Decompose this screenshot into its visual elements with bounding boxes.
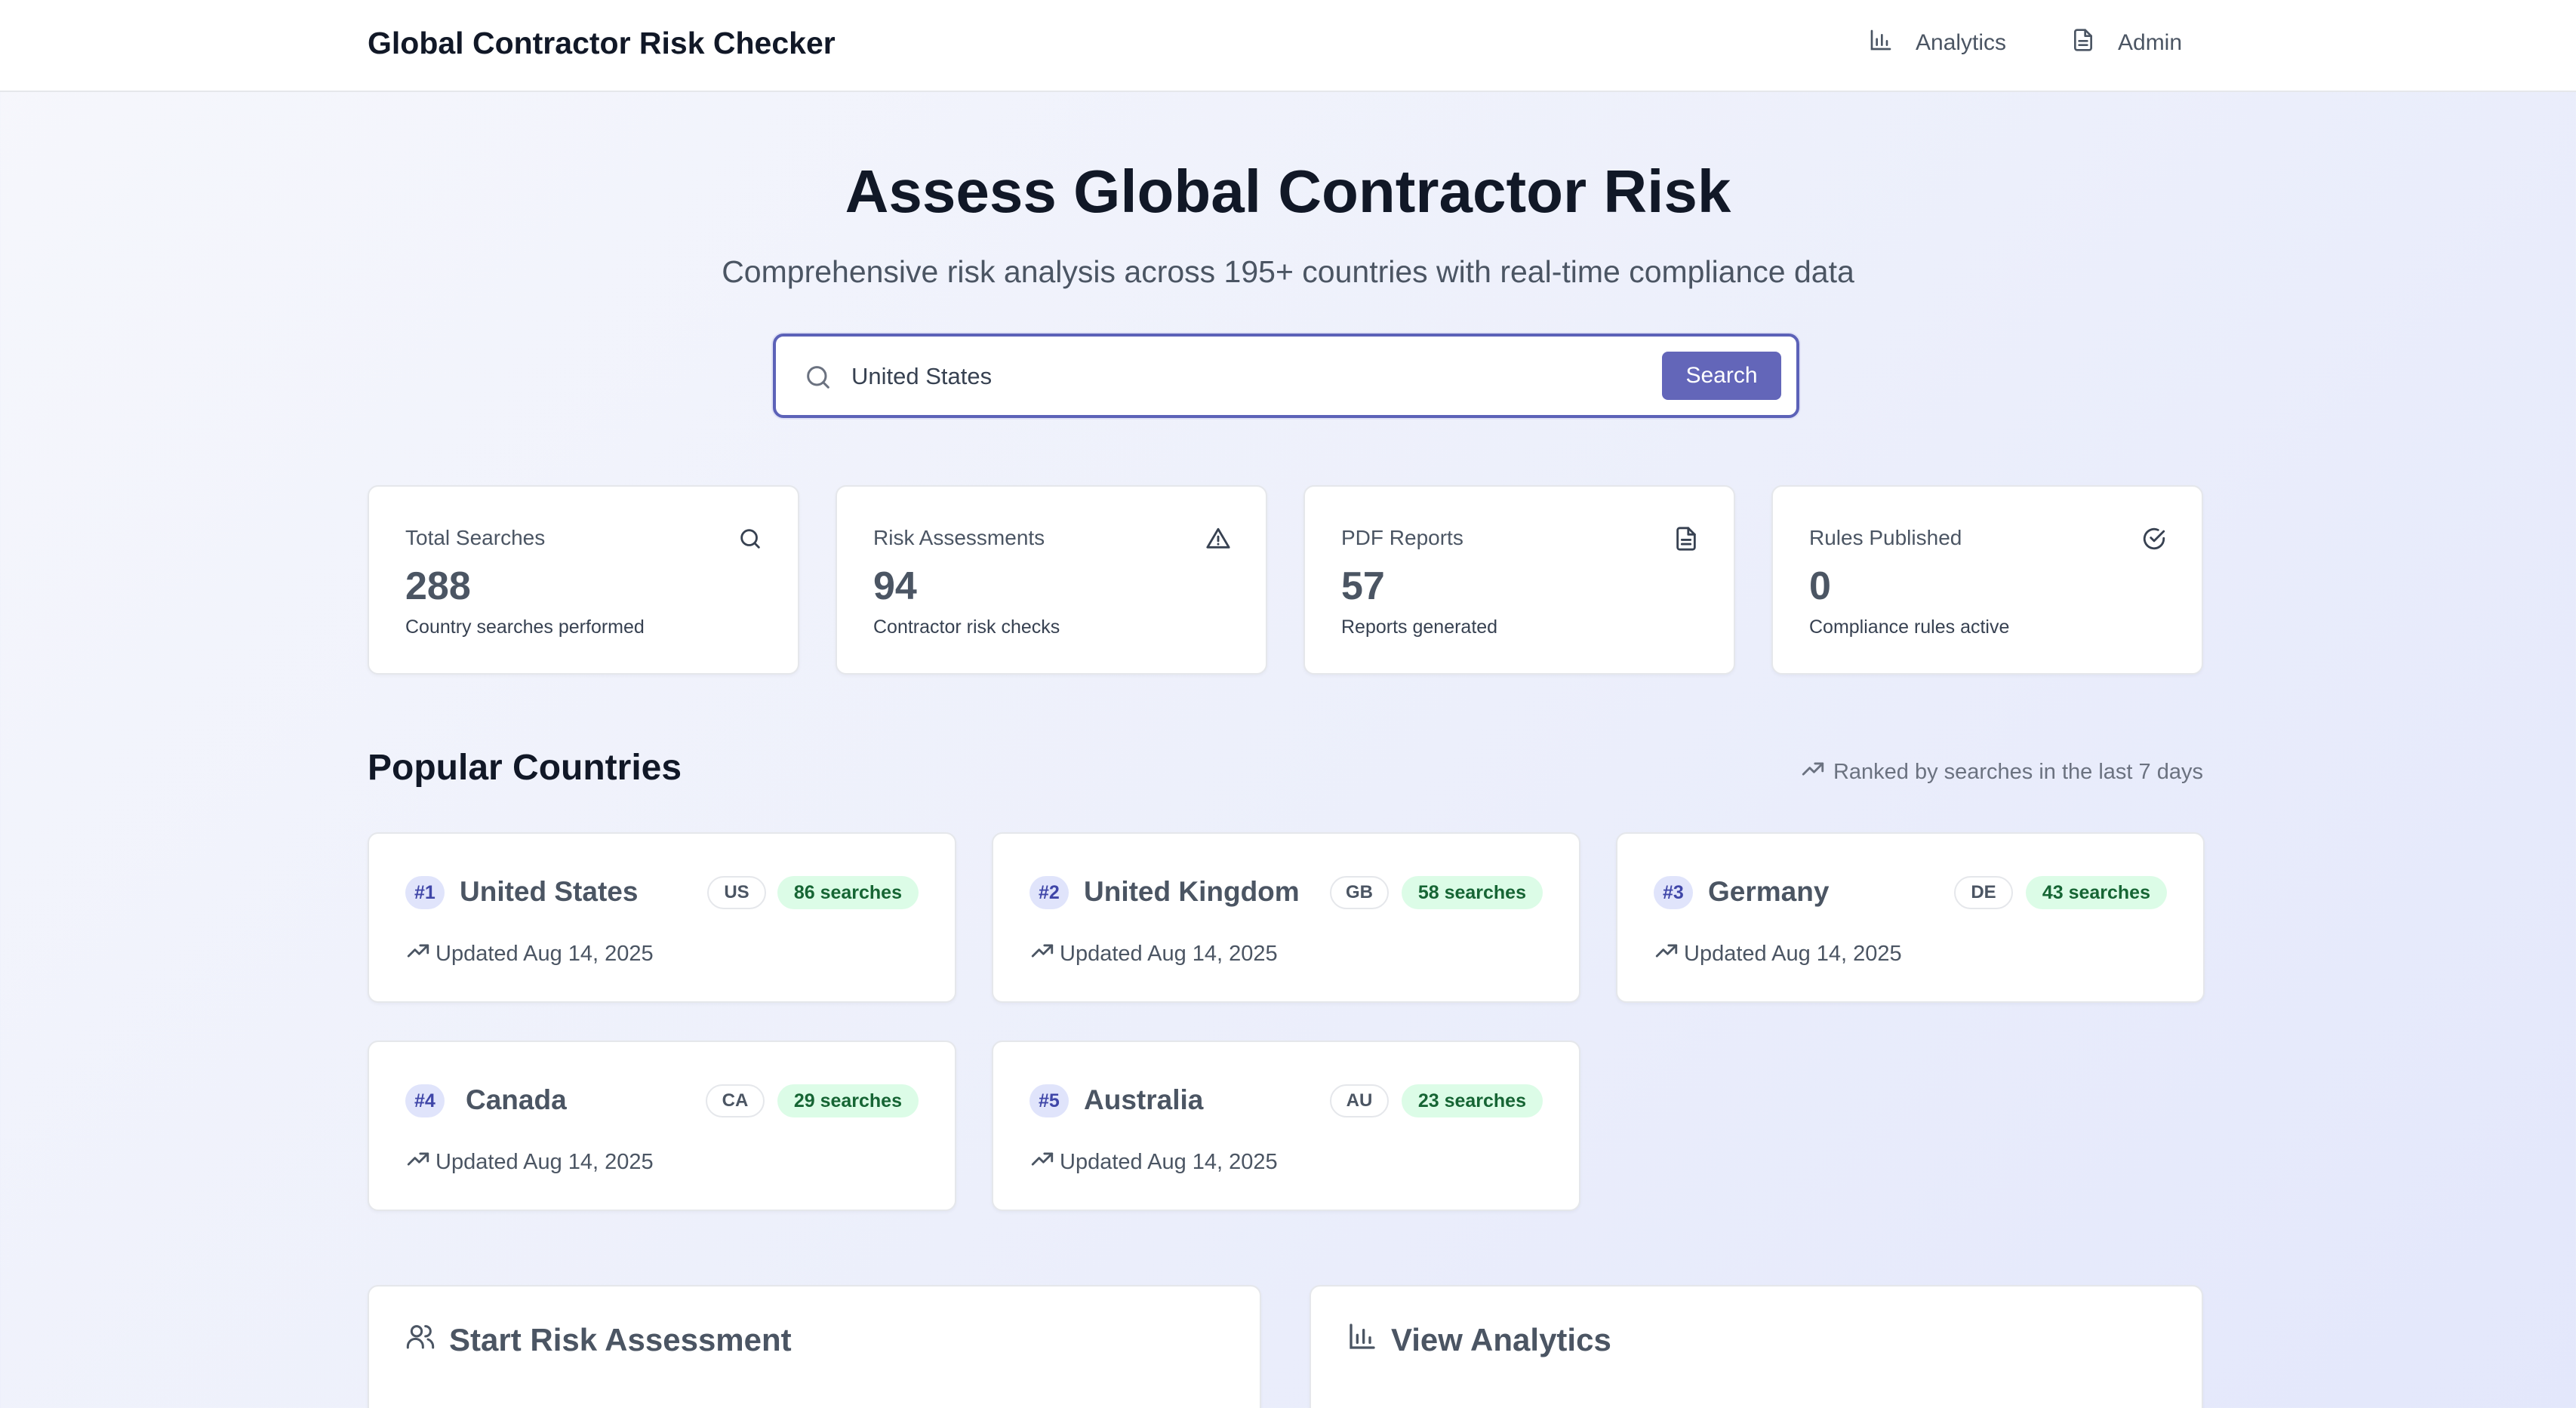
rank-badge: #5 bbox=[1029, 1084, 1069, 1117]
stat-label: PDF Reports bbox=[1341, 526, 1463, 549]
nav-admin-label: Admin bbox=[2118, 30, 2183, 55]
updated-date-text: Updated Aug 14, 2025 bbox=[1060, 1149, 1278, 1174]
search-count-badge: 23 searches bbox=[1401, 1084, 1543, 1117]
nav-analytics[interactable]: Analytics bbox=[1869, 23, 2006, 63]
stat-value: 0 bbox=[1809, 564, 1831, 608]
rank-badge: #1 bbox=[405, 876, 445, 909]
search-button[interactable]: Search bbox=[1662, 352, 1781, 400]
search-icon bbox=[803, 362, 833, 392]
stat-label: Rules Published bbox=[1809, 526, 1962, 549]
country-card-au[interactable]: #5 Australia AU 23 searches Updated Aug … bbox=[992, 1041, 1580, 1211]
search-count-badge: 86 searches bbox=[777, 876, 919, 909]
trending-up-icon bbox=[1029, 1146, 1055, 1178]
stat-label: Total Searches bbox=[405, 526, 546, 549]
country-name: Australia bbox=[1084, 1084, 1204, 1115]
document-icon bbox=[1673, 526, 1699, 552]
popular-countries-title: Popular Countries bbox=[368, 748, 682, 788]
document-icon bbox=[2071, 28, 2095, 58]
view-analytics-card[interactable]: View Analytics bbox=[1310, 1285, 2203, 1408]
stat-value: 94 bbox=[873, 564, 917, 608]
country-search-input[interactable] bbox=[851, 353, 1651, 400]
trending-up-icon bbox=[1654, 938, 1679, 970]
stat-card-risk-assessments: Risk Assessments 94 Contractor risk chec… bbox=[836, 485, 1267, 675]
search-count-badge: 29 searches bbox=[777, 1084, 919, 1117]
nav-analytics-label: Analytics bbox=[1916, 30, 2007, 55]
popular-countries-meta: Ranked by searches in the last 7 days bbox=[1800, 756, 2203, 788]
trending-up-icon bbox=[405, 1146, 431, 1178]
trending-up-icon bbox=[1029, 938, 1055, 970]
country-name: United Kingdom bbox=[1084, 876, 1300, 907]
updated-date-text: Updated Aug 14, 2025 bbox=[435, 941, 654, 966]
hero-title: Assess Global Contractor Risk bbox=[845, 158, 1731, 225]
rank-badge: #4 bbox=[405, 1084, 445, 1117]
trending-up-icon bbox=[405, 938, 431, 970]
hero-subtitle: Comprehensive risk analysis across 195+ … bbox=[722, 254, 1854, 289]
stat-description: Contractor risk checks bbox=[873, 616, 1060, 638]
updated-date: Updated Aug 14, 2025 bbox=[1029, 938, 1278, 970]
updated-date-text: Updated Aug 14, 2025 bbox=[435, 1149, 654, 1174]
country-code-badge: DE bbox=[1954, 876, 2013, 909]
updated-date: Updated Aug 14, 2025 bbox=[1654, 938, 1902, 970]
country-name: Canada bbox=[466, 1084, 567, 1115]
rank-badge: #2 bbox=[1029, 876, 1069, 909]
country-card-gb[interactable]: #2 United Kingdom GB 58 searches Updated… bbox=[992, 832, 1580, 1003]
country-search-box: Search bbox=[773, 334, 1799, 418]
users-icon bbox=[405, 1321, 435, 1359]
stat-description: Reports generated bbox=[1341, 616, 1498, 638]
country-name: Germany bbox=[1708, 876, 1830, 907]
country-code-badge: GB bbox=[1330, 876, 1389, 909]
warning-triangle-icon bbox=[1205, 526, 1231, 552]
country-code-badge: CA bbox=[706, 1084, 765, 1117]
country-card-de[interactable]: #3 Germany DE 43 searches Updated Aug 14… bbox=[1616, 832, 2205, 1003]
bar-chart-icon bbox=[1869, 28, 1893, 58]
updated-date: Updated Aug 14, 2025 bbox=[405, 1146, 654, 1178]
stat-value: 288 bbox=[405, 564, 471, 608]
app-title: Global Contractor Risk Checker bbox=[368, 26, 836, 60]
stat-description: Compliance rules active bbox=[1809, 616, 2010, 638]
country-code-badge: AU bbox=[1330, 1084, 1389, 1117]
stat-card-total-searches: Total Searches 288 Country searches perf… bbox=[368, 485, 799, 675]
start-risk-assessment-card[interactable]: Start Risk Assessment bbox=[368, 1285, 1261, 1408]
updated-date: Updated Aug 14, 2025 bbox=[405, 938, 654, 970]
updated-date-text: Updated Aug 14, 2025 bbox=[1684, 941, 1902, 966]
nav-admin[interactable]: Admin bbox=[2071, 23, 2182, 63]
stat-card-pdf-reports: PDF Reports 57 Reports generated bbox=[1303, 485, 1735, 675]
country-name: United States bbox=[460, 876, 639, 907]
search-count-badge: 58 searches bbox=[1401, 876, 1543, 909]
updated-date-text: Updated Aug 14, 2025 bbox=[1060, 941, 1278, 966]
rank-badge: #3 bbox=[1654, 876, 1693, 909]
stat-value: 57 bbox=[1341, 564, 1385, 608]
stat-card-rules-published: Rules Published 0 Compliance rules activ… bbox=[1771, 485, 2203, 675]
stat-description: Country searches performed bbox=[405, 616, 645, 638]
country-card-ca[interactable]: #4 Canada CA 29 searches Updated Aug 14,… bbox=[368, 1041, 956, 1211]
check-circle-icon bbox=[2141, 526, 2167, 552]
view-analytics-label: View Analytics bbox=[1391, 1322, 1611, 1357]
top-header: Global Contractor Risk Checker Analytics… bbox=[0, 0, 2576, 92]
start-risk-assessment-label: Start Risk Assessment bbox=[449, 1322, 792, 1357]
bar-chart-icon bbox=[1347, 1321, 1377, 1359]
trending-up-icon bbox=[1800, 756, 1826, 788]
view-analytics-title: View Analytics bbox=[1347, 1321, 1611, 1359]
popular-countries-meta-text: Ranked by searches in the last 7 days bbox=[1833, 759, 2203, 784]
search-icon bbox=[737, 526, 763, 552]
updated-date: Updated Aug 14, 2025 bbox=[1029, 1146, 1278, 1178]
search-count-badge: 43 searches bbox=[2025, 876, 2167, 909]
country-card-us[interactable]: #1 United States US 86 searches Updated … bbox=[368, 832, 956, 1003]
stat-label: Risk Assessments bbox=[873, 526, 1045, 549]
start-risk-assessment-title: Start Risk Assessment bbox=[405, 1321, 792, 1359]
country-code-badge: US bbox=[707, 876, 766, 909]
